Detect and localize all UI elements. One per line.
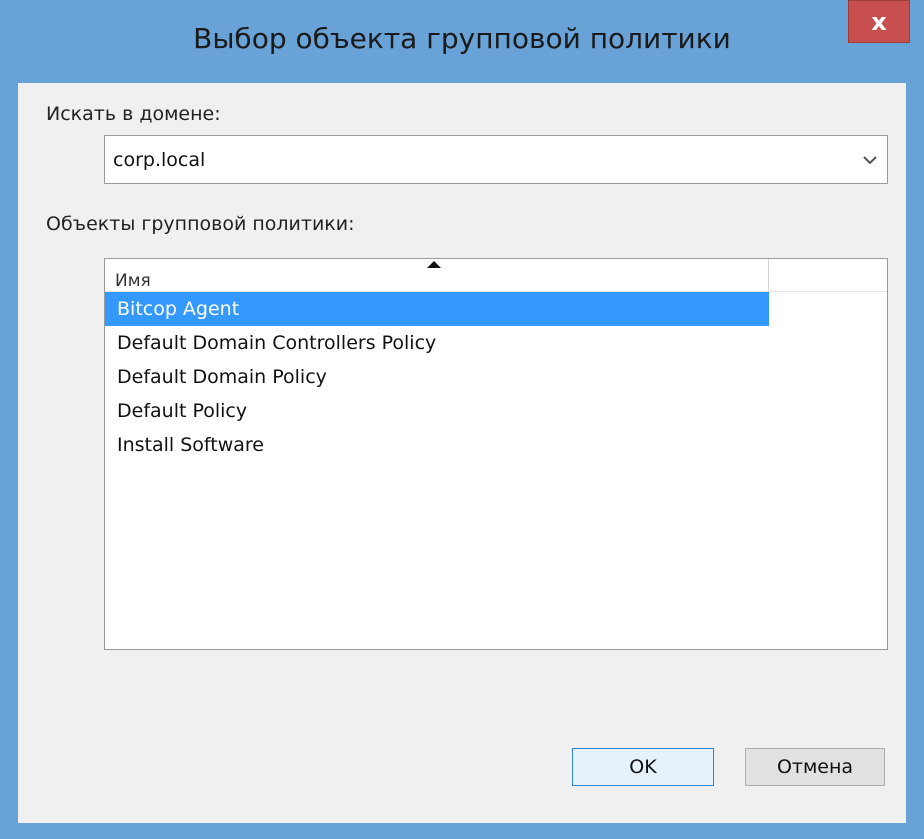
- close-icon: x: [871, 7, 887, 36]
- list-item[interactable]: Default Policy: [105, 394, 769, 428]
- column-header-empty: [769, 259, 887, 292]
- close-button[interactable]: x: [848, 0, 910, 43]
- list-item[interactable]: Default Domain Controllers Policy: [105, 326, 769, 360]
- dialog-window: Выбор объекта групповой политики x Искат…: [0, 0, 924, 839]
- sort-ascending-icon: [427, 261, 441, 268]
- column-header-name[interactable]: Имя: [105, 259, 769, 292]
- chevron-down-icon[interactable]: [859, 144, 881, 176]
- cancel-button[interactable]: Отмена: [745, 748, 885, 786]
- gpo-list[interactable]: Имя Bitcop Agent Default Domain Controll…: [104, 258, 888, 650]
- window-title: Выбор объекта групповой политики: [193, 22, 731, 55]
- domain-value: corp.local: [113, 149, 206, 171]
- gpo-rows: Bitcop Agent Default Domain Controllers …: [105, 292, 887, 462]
- gpo-list-label: Объекты групповой политики:: [46, 213, 355, 235]
- ok-button[interactable]: OK: [572, 748, 714, 786]
- list-item[interactable]: Install Software: [105, 428, 769, 462]
- column-header-label: Имя: [115, 271, 151, 291]
- domain-label: Искать в домене:: [46, 103, 221, 125]
- list-item[interactable]: Default Domain Policy: [105, 360, 769, 394]
- domain-select[interactable]: corp.local: [104, 135, 888, 184]
- dialog-body: Искать в домене: corp.local Объекты груп…: [18, 83, 906, 823]
- title-bar[interactable]: Выбор объекта групповой политики x: [0, 0, 924, 83]
- list-item[interactable]: Bitcop Agent: [105, 292, 769, 326]
